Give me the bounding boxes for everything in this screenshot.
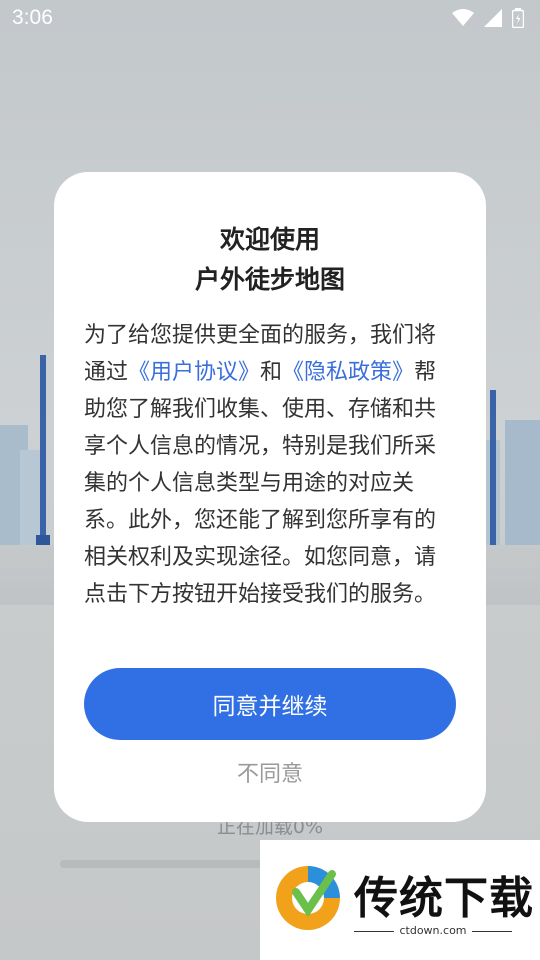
wifi-icon xyxy=(452,9,474,26)
dialog-title-line1: 欢迎使用 xyxy=(219,225,320,254)
status-bar: 3:06 xyxy=(0,0,540,36)
dialog-body-text: 为了给您提供更全面的服务，我们将通过《用户协议》和《隐私政策》帮助您了解我们收集… xyxy=(84,317,456,613)
dialog-title-line2: 户外徒步地图 xyxy=(194,265,345,294)
body-text-part3: 帮助您了解我们收集、使用、存储和共享个人信息的情况，特别是我们所采集的个人信息类… xyxy=(84,360,437,607)
watermark-url: ctdown.com xyxy=(399,924,467,937)
signal-icon xyxy=(484,9,502,27)
agree-continue-button[interactable]: 同意并继续 xyxy=(84,668,456,740)
watermark: 传统下载 ctdown.com xyxy=(260,840,540,960)
privacy-dialog: 欢迎使用 户外徒步地图 为了给您提供更全面的服务，我们将通过《用户协议》和《隐私… xyxy=(54,172,486,822)
user-agreement-link[interactable]: 《用户协议》 xyxy=(128,360,260,385)
battery-icon xyxy=(512,8,524,28)
ctdown-logo-icon xyxy=(276,866,340,930)
body-text-part2: 和 xyxy=(260,360,283,385)
status-time: 3:06 xyxy=(12,6,53,29)
disagree-button[interactable]: 不同意 xyxy=(54,756,486,788)
privacy-policy-link[interactable]: 《隐私政策》 xyxy=(282,360,414,385)
watermark-title: 传统下载 xyxy=(354,874,534,923)
